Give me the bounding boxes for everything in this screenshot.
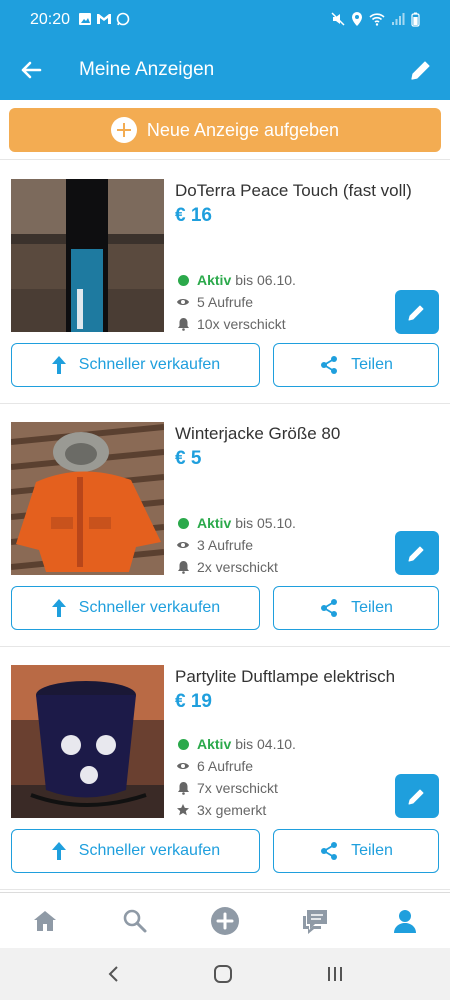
battery-icon	[411, 12, 420, 27]
ad-stats: Aktiv bis 06.10. 5 Aufrufe 10x verschick…	[175, 269, 296, 335]
pencil-icon	[408, 789, 424, 805]
nav-profile[interactable]	[360, 893, 450, 948]
ad-card[interactable]: Winterjacke Größe 80 € 5 Aktiv bis 05.10…	[0, 404, 450, 647]
ad-card[interactable]: Partylite Duftlampe elektrisch € 19 Akti…	[0, 647, 450, 890]
nav-messages[interactable]	[270, 893, 360, 948]
add-circle-icon	[211, 906, 239, 935]
sell-faster-label: Schneller verkaufen	[78, 356, 221, 373]
ad-stats: Aktiv bis 05.10. 3 Aufrufe 2x verschickt	[175, 512, 296, 578]
status-dot-icon	[177, 517, 189, 529]
edit-ad-button[interactable]	[395, 774, 439, 818]
search-icon	[123, 909, 147, 932]
ad-views: 3 Aufrufe	[197, 537, 254, 553]
notification-bell-icon	[177, 318, 189, 331]
ad-stats: Aktiv bis 04.10. 6 Aufrufe 7x verschickt…	[175, 733, 296, 821]
page-title: Meine Anzeigen	[79, 59, 215, 80]
eye-icon	[177, 542, 189, 548]
share-label: Teilen	[351, 599, 393, 616]
new-ad-area: Neue Anzeige aufgeben	[0, 100, 450, 160]
gmail-notification-icon	[97, 14, 111, 24]
new-ad-label: Neue Anzeige aufgeben	[146, 119, 340, 140]
ad-title[interactable]: Partylite Duftlampe elektrisch	[175, 667, 395, 687]
ad-sent: 2x verschickt	[197, 559, 278, 575]
edit-ad-button[interactable]	[395, 290, 439, 334]
status-dot-icon	[177, 274, 189, 286]
ad-until: bis 05.10.	[235, 515, 296, 531]
arrow-up-icon	[51, 842, 66, 860]
arrow-up-icon	[51, 599, 66, 617]
share-button[interactable]: Teilen	[273, 343, 439, 387]
gallery-notification-icon	[79, 13, 91, 25]
ad-until: bis 04.10.	[235, 736, 296, 752]
sell-faster-label: Schneller verkaufen	[78, 599, 221, 616]
share-button[interactable]: Teilen	[273, 829, 439, 873]
ad-views: 5 Aufrufe	[197, 294, 254, 310]
star-icon	[177, 804, 189, 816]
ad-sent: 10x verschickt	[197, 316, 286, 332]
pencil-icon	[408, 305, 424, 321]
status-bar: 20:20	[0, 0, 450, 40]
home-icon	[34, 910, 56, 931]
system-home-icon[interactable]	[213, 964, 233, 984]
status-dot-icon	[177, 738, 189, 750]
system-navigation-bar	[0, 948, 450, 1000]
mute-icon	[331, 12, 345, 26]
ad-faved: 3x gemerkt	[197, 802, 267, 818]
arrow-up-icon	[51, 356, 66, 374]
plus-circle-icon	[110, 117, 137, 143]
notification-bell-icon	[177, 782, 189, 795]
ad-status: Aktiv	[197, 515, 232, 531]
ad-sent: 7x verschickt	[197, 780, 278, 796]
ad-status: Aktiv	[197, 272, 232, 288]
status-time: 20:20	[30, 11, 71, 28]
whatsapp-notification-icon	[116, 12, 130, 26]
sell-faster-button[interactable]: Schneller verkaufen	[11, 343, 260, 387]
pencil-icon	[408, 546, 424, 562]
ad-card[interactable]: DoTerra Peace Touch (fast voll) € 16 Akt…	[0, 161, 450, 404]
profile-icon	[394, 909, 416, 933]
ad-image-winterjacke[interactable]	[11, 422, 164, 575]
share-icon	[321, 842, 338, 860]
bottom-navigation	[0, 892, 450, 948]
edit-ad-button[interactable]	[395, 531, 439, 575]
notification-bell-icon	[177, 561, 189, 574]
messages-icon	[303, 909, 327, 934]
eye-icon	[177, 763, 189, 769]
share-label: Teilen	[351, 842, 393, 859]
sell-faster-label: Schneller verkaufen	[78, 842, 221, 859]
nav-add[interactable]	[180, 893, 270, 948]
sell-faster-button[interactable]: Schneller verkaufen	[11, 829, 260, 873]
app-bar: Meine Anzeigen	[0, 40, 450, 100]
share-label: Teilen	[351, 356, 393, 373]
signal-icon	[392, 13, 405, 25]
system-recents-icon[interactable]	[326, 965, 344, 983]
ad-price: € 5	[175, 448, 202, 469]
ad-price: € 16	[175, 205, 212, 226]
ad-image-duftlampe[interactable]	[11, 665, 164, 818]
back-arrow-icon[interactable]	[16, 55, 46, 85]
share-button[interactable]: Teilen	[273, 586, 439, 630]
eye-icon	[177, 299, 189, 305]
ad-status: Aktiv	[197, 736, 232, 752]
ad-views: 6 Aufrufe	[197, 758, 254, 774]
share-icon	[321, 356, 338, 374]
ad-image-doterra[interactable]	[11, 179, 164, 332]
ad-price: € 19	[175, 691, 212, 712]
sell-faster-button[interactable]: Schneller verkaufen	[11, 586, 260, 630]
new-ad-button[interactable]: Neue Anzeige aufgeben	[9, 108, 441, 152]
location-icon	[352, 12, 362, 26]
edit-pencil-icon[interactable]	[406, 55, 436, 85]
system-back-icon[interactable]	[106, 965, 120, 983]
ad-title[interactable]: DoTerra Peace Touch (fast voll)	[175, 181, 412, 201]
ad-until: bis 06.10.	[235, 272, 296, 288]
nav-search[interactable]	[90, 893, 180, 948]
wifi-icon	[369, 13, 385, 26]
nav-home[interactable]	[0, 893, 90, 948]
share-icon	[321, 599, 338, 617]
ad-title[interactable]: Winterjacke Größe 80	[175, 424, 340, 444]
